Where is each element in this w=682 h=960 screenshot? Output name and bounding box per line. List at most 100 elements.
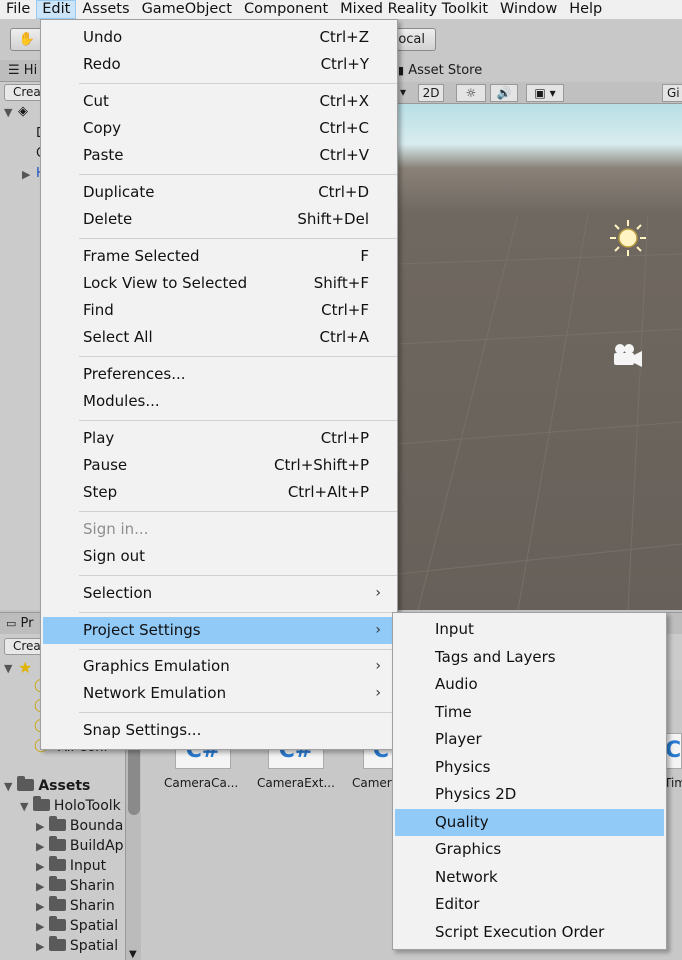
menu-item-shortcut: Ctrl+F bbox=[321, 301, 369, 319]
folder-icon bbox=[48, 816, 66, 831]
asset-file-label[interactable]: CameraCa... bbox=[164, 776, 238, 790]
menu-gameobject[interactable]: GameObject bbox=[136, 0, 238, 19]
collapse-arrow-icon[interactable]: ▼ bbox=[4, 106, 12, 119]
submenu-item-input[interactable]: Input bbox=[395, 616, 664, 643]
menu-component[interactable]: Component bbox=[238, 0, 334, 19]
collapse-arrow-icon: ▼ bbox=[20, 800, 29, 813]
menu-item-select-all[interactable]: Select All Ctrl+A bbox=[43, 324, 395, 351]
asset-store-tab[interactable]: ▮ Asset Store bbox=[398, 60, 482, 82]
submenu-item-physics[interactable]: Physics bbox=[395, 754, 664, 781]
menu-item-label: Sign in... bbox=[83, 520, 149, 538]
tree-item-label: Sharin bbox=[69, 898, 115, 914]
hand-tool-button[interactable]: ✋ bbox=[10, 28, 44, 51]
menu-item-undo[interactable]: Undo Ctrl+Z bbox=[43, 24, 395, 51]
tree-item[interactable]: ▶ Spatial bbox=[36, 916, 118, 936]
folder-icon bbox=[32, 796, 50, 811]
folder-icon bbox=[48, 916, 66, 931]
tree-item-label: BuildAp bbox=[69, 838, 124, 854]
menu-item-redo[interactable]: Redo Ctrl+Y bbox=[43, 51, 395, 78]
menu-separator bbox=[79, 238, 397, 239]
menu-item-sign-out[interactable]: Sign out bbox=[43, 543, 395, 570]
asset-file-label[interactable]: Camer bbox=[352, 776, 392, 790]
menu-item-project-settings[interactable]: Project Settings › bbox=[43, 617, 395, 644]
menu-item-copy[interactable]: Copy Ctrl+C bbox=[43, 115, 395, 142]
expand-arrow-icon[interactable]: ▶ bbox=[22, 168, 30, 181]
tree-item[interactable]: ▶ Sharin bbox=[36, 896, 115, 916]
menu-separator bbox=[79, 712, 397, 713]
chevron-down-icon[interactable]: ▾ bbox=[398, 84, 408, 102]
tree-item[interactable]: ▶ Bounda bbox=[36, 816, 123, 836]
menu-item-label: Network Emulation bbox=[83, 684, 227, 702]
menu-window[interactable]: Window bbox=[494, 0, 563, 19]
menu-item-duplicate[interactable]: Duplicate Ctrl+D bbox=[43, 179, 395, 206]
folder-icon bbox=[48, 856, 66, 871]
expand-arrow-icon: ▶ bbox=[36, 880, 45, 893]
submenu-item-time[interactable]: Time bbox=[395, 699, 664, 726]
menu-item-label: Undo bbox=[83, 28, 123, 46]
tree-item-label: Spatial bbox=[69, 938, 119, 954]
submenu-item-physics-2d[interactable]: Physics 2D bbox=[395, 781, 664, 808]
menu-separator bbox=[79, 356, 397, 357]
menu-item-selection[interactable]: Selection › bbox=[43, 580, 395, 607]
hierarchy-create-button[interactable]: Crea bbox=[4, 84, 44, 101]
hierarchy-tab[interactable]: ☰ Hi bbox=[0, 60, 42, 82]
scene-viewport[interactable] bbox=[398, 104, 682, 610]
submenu-item-quality[interactable]: Quality bbox=[395, 809, 664, 836]
sun-icon: ☼ bbox=[465, 86, 477, 100]
directional-light-icon[interactable] bbox=[610, 220, 646, 256]
menu-item-paste[interactable]: Paste Ctrl+V bbox=[43, 142, 395, 169]
collapse-arrow-icon[interactable]: ▼ bbox=[4, 662, 12, 675]
menu-item-frame-selected[interactable]: Frame Selected F bbox=[43, 243, 395, 270]
assets-root[interactable]: ▼ Assets bbox=[4, 776, 90, 796]
menu-item-play[interactable]: Play Ctrl+P bbox=[43, 425, 395, 452]
submenu-item-editor[interactable]: Editor bbox=[395, 891, 664, 918]
project-tab[interactable]: ▭ Pr bbox=[6, 613, 34, 635]
gizmos-dropdown[interactable]: Gi bbox=[662, 84, 682, 102]
asset-file-label[interactable]: CameraExt... bbox=[257, 776, 335, 790]
tree-item[interactable]: ▶ Spatial bbox=[36, 936, 118, 956]
menu-item-cut[interactable]: Cut Ctrl+X bbox=[43, 88, 395, 115]
menu-item-pause[interactable]: Pause Ctrl+Shift+P bbox=[43, 452, 395, 479]
hierarchy-panel: ☰ Hi Crea ▼ ◈ D C ▶ H bbox=[0, 60, 46, 610]
menu-item-find[interactable]: Find Ctrl+F bbox=[43, 297, 395, 324]
submenu-item-script-execution-order[interactable]: Script Execution Order bbox=[395, 919, 664, 946]
menu-item-network-emulation[interactable]: Network Emulation › bbox=[43, 680, 395, 707]
menu-item-lock-view[interactable]: Lock View to Selected Shift+F bbox=[43, 270, 395, 297]
menu-item-step[interactable]: Step Ctrl+Alt+P bbox=[43, 479, 395, 506]
menu-item-label: Modules... bbox=[83, 392, 160, 410]
scene-effects-dropdown[interactable]: ▣ ▾ bbox=[526, 84, 564, 102]
scene-lighting-toggle[interactable]: ☼ bbox=[456, 84, 486, 102]
menu-item-modules[interactable]: Modules... bbox=[43, 388, 395, 415]
folder-icon bbox=[48, 936, 66, 951]
scroll-down-icon[interactable]: ▼ bbox=[129, 949, 137, 960]
menu-item-snap-settings[interactable]: Snap Settings... bbox=[43, 717, 395, 744]
menu-edit[interactable]: Edit bbox=[36, 0, 77, 19]
menu-item-shortcut: F bbox=[360, 247, 369, 265]
menu-item-shortcut: Shift+Del bbox=[297, 210, 369, 228]
menu-item-label: Preferences... bbox=[83, 365, 186, 383]
scene-audio-toggle[interactable]: 🔊 bbox=[490, 84, 518, 102]
menu-item-label: Duplicate bbox=[83, 183, 155, 201]
tree-item[interactable]: ▼ HoloToolk bbox=[20, 796, 121, 816]
submenu-item-audio[interactable]: Audio bbox=[395, 671, 664, 698]
submenu-item-network[interactable]: Network bbox=[395, 864, 664, 891]
2d-toggle[interactable]: 2D bbox=[418, 84, 444, 102]
expand-arrow-icon: ▶ bbox=[36, 900, 45, 913]
menu-item-preferences[interactable]: Preferences... bbox=[43, 361, 395, 388]
submenu-item-graphics[interactable]: Graphics bbox=[395, 836, 664, 863]
menu-assets[interactable]: Assets bbox=[76, 0, 135, 19]
submenu-item-tags-and-layers[interactable]: Tags and Layers bbox=[395, 644, 664, 671]
camera-icon[interactable] bbox=[614, 344, 642, 367]
menu-file[interactable]: File bbox=[0, 0, 36, 19]
submenu-item-player[interactable]: Player bbox=[395, 726, 664, 753]
tree-item[interactable]: ▶ Input bbox=[36, 856, 106, 876]
menu-item-delete[interactable]: Delete Shift+Del bbox=[43, 206, 395, 233]
menu-item-label: Selection bbox=[83, 584, 153, 602]
menu-mixed-reality-toolkit[interactable]: Mixed Reality Toolkit bbox=[334, 0, 494, 19]
menu-help[interactable]: Help bbox=[563, 0, 608, 19]
tree-item[interactable]: ▶ BuildAp bbox=[36, 836, 124, 856]
menu-item-graphics-emulation[interactable]: Graphics Emulation › bbox=[43, 653, 395, 680]
project-create-button[interactable]: Crea bbox=[4, 638, 44, 655]
tree-item[interactable]: ▶ Sharin bbox=[36, 876, 115, 896]
menu-item-label: Play bbox=[83, 429, 115, 447]
